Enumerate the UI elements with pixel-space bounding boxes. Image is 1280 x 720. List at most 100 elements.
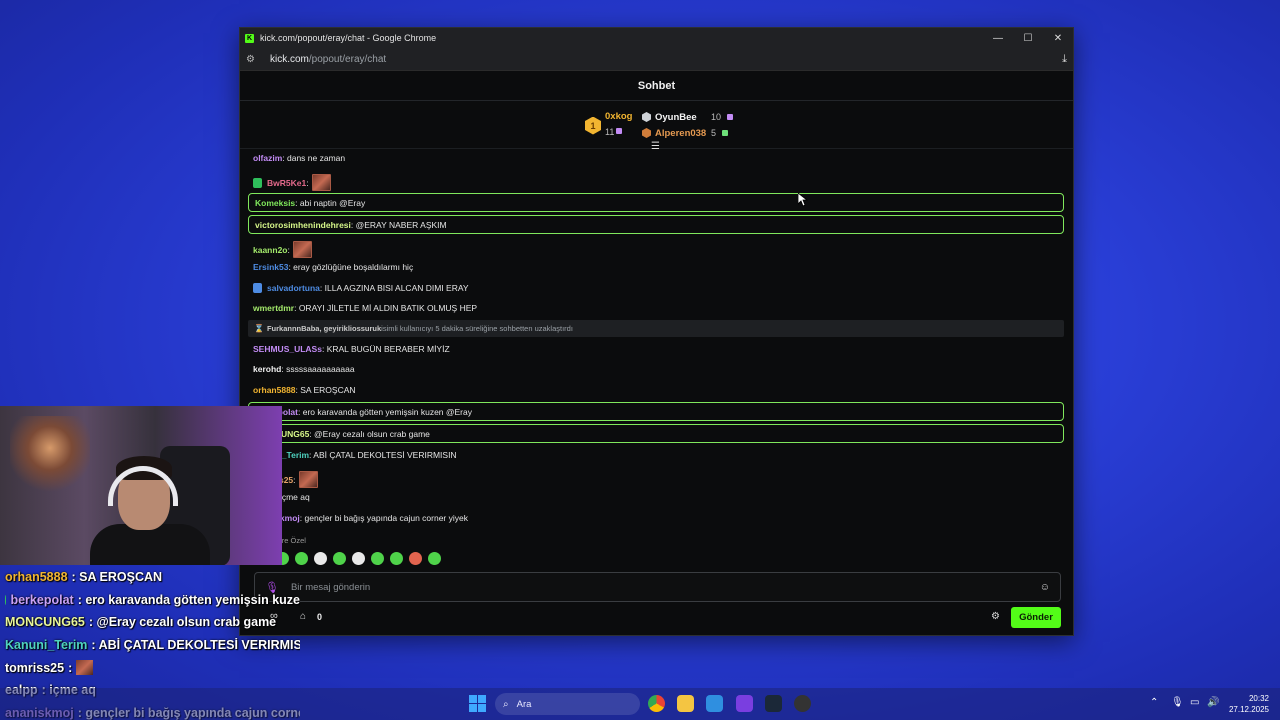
chat-message: MONCUNG65: @Eray cezalı olsun crab game — [248, 424, 1064, 443]
chat-username[interactable]: victorosimhenindehresi — [255, 220, 351, 230]
clock-date: 27.12.2025 — [1228, 705, 1269, 714]
chat-text: : — [306, 177, 309, 188]
overlay-username: tomriss25 — [5, 660, 65, 675]
expand-leaderboard-icon[interactable]: ☰ — [651, 141, 660, 152]
chat-message: wmertdmr: ORAYI JİLETLE Mİ ALDIN BATIK O… — [253, 303, 477, 313]
minimize-button[interactable]: — — [983, 28, 1013, 48]
taskbar-clock[interactable]: 20:32 27.12.2025 — [1224, 693, 1269, 715]
emote-picker-row — [276, 552, 441, 565]
webcam-person-body — [90, 524, 210, 565]
chat-message: salvadortuna: ILLA AGZINA BISI ALCAN DIM… — [253, 283, 469, 293]
chat-message: olfazim: dans ne zaman — [253, 153, 345, 163]
overlay-chat-line: orhan5888: SA EROŞCAN — [0, 566, 300, 589]
chat-username[interactable]: kerohd — [253, 364, 281, 374]
chat-text: : ABİ ÇATAL DEKOLTESİ VERIRMISIN — [309, 450, 457, 460]
leaderboard-second-count: 10 — [711, 112, 722, 122]
chat-messages[interactable]: olfazim: dans ne zaman BwR5Ke1: Komeksis: … — [240, 153, 1075, 563]
emote-5[interactable] — [352, 552, 365, 565]
overlay-username: berkepolat — [10, 592, 74, 607]
chat-message: Komeksis: abi naptin @Eray — [248, 193, 1064, 212]
site-settings-icon[interactable]: ⚙ — [246, 54, 258, 65]
maximize-button[interactable]: ☐ — [1013, 28, 1043, 48]
chat-actions: ∞ ⌂ 0 ⚙ Gönder — [240, 607, 1075, 629]
chat-text: : abi naptin @Eray — [295, 197, 366, 208]
volume-icon[interactable]: 🔊 — [1207, 697, 1219, 708]
chat-username[interactable]: SEHMUS_ULASs — [253, 344, 322, 354]
close-button[interactable]: ✕ — [1043, 28, 1073, 48]
webcam-background-shelf — [10, 416, 90, 496]
chat-username[interactable]: FurkannnBaba, geyirikliossuruk — [267, 324, 381, 333]
emote-9[interactable] — [428, 552, 441, 565]
url-path: /popout/eray/chat — [308, 53, 387, 65]
bronze-medal-icon — [642, 128, 651, 138]
emote-8[interactable] — [409, 552, 422, 565]
app-icon[interactable] — [736, 695, 753, 712]
chat-username[interactable]: Komeksis — [255, 198, 295, 208]
chrome-icon[interactable] — [648, 695, 665, 712]
subscriber-badge-icon — [253, 283, 262, 293]
title-bar: K kick.com/popout/eray/chat - Google Chr… — [240, 28, 1073, 48]
chrome-popout-window: K kick.com/popout/eray/chat - Google Chr… — [239, 27, 1074, 636]
settings-gear-icon[interactable]: ⚙ — [991, 611, 1000, 622]
emote-4[interactable] — [333, 552, 346, 565]
chat-message: Ersink53: eray gözlüğüne boşaldılarmı hi… — [253, 262, 413, 272]
chat-text: : — [293, 474, 296, 485]
chat-username[interactable]: wmertdmr — [253, 303, 294, 313]
silver-medal-icon — [642, 112, 651, 122]
photos-icon[interactable] — [706, 695, 723, 712]
chat-text: : dans ne zaman — [282, 153, 346, 163]
windows-start-icon[interactable] — [469, 695, 486, 712]
send-button[interactable]: Gönder — [1011, 607, 1061, 628]
gift-icon — [616, 127, 623, 134]
overlay-chat-line: tomriss25: — [0, 656, 300, 679]
leaderboard-first-name: 0xkog — [605, 111, 633, 122]
chat-text: : KRAL BUGÜN BERABER MİYİZ — [321, 344, 450, 354]
emote-image — [292, 241, 312, 258]
chat-username[interactable]: olfazim — [253, 153, 282, 163]
emote-7[interactable] — [390, 552, 403, 565]
clock-time: 20:32 — [1248, 694, 1269, 703]
tray-chevron-icon[interactable]: ⌃ — [1150, 697, 1158, 708]
overlay-text: : @Eray cezalı olsun crab game — [88, 615, 277, 630]
chat-username[interactable]: salvadortuna — [267, 283, 320, 293]
overlay-text: : ABİ ÇATAL DEKOLTESİ VERIRMISIN — [91, 638, 300, 653]
emote-3[interactable] — [314, 552, 327, 565]
microphone-tray-icon[interactable]: 🎙 — [1171, 697, 1184, 708]
store-count: 0 — [317, 612, 323, 622]
file-explorer-icon[interactable] — [677, 695, 694, 712]
chat-text: : — [287, 244, 290, 255]
chat-message: ananiskmoj: gençler bi bağış yapında caj… — [253, 513, 468, 523]
download-icon[interactable]: ⤓ — [1062, 53, 1067, 66]
chat-text: : gençler bi bağış yapında cajun corner … — [299, 513, 468, 523]
obs-icon[interactable] — [794, 695, 811, 712]
emoji-icon[interactable]: ☺ — [1040, 582, 1050, 593]
chat-username[interactable]: orhan5888 — [253, 385, 296, 395]
overlay-chat-line: berkepolat: ero karavanda götten yemişsi… — [0, 589, 300, 612]
network-icon[interactable]: ▭ — [1190, 697, 1199, 708]
emote-2[interactable] — [295, 552, 308, 565]
emote-6[interactable] — [371, 552, 384, 565]
leaderboard-first[interactable]: 1 0xkog 11 — [585, 111, 632, 140]
message-input[interactable] — [290, 581, 1040, 593]
overlay-chat-line: Kanuni_Terim: ABİ ÇATAL DEKOLTESİ VERIRM… — [0, 634, 300, 657]
taskbar-search[interactable]: ⌕ Ara — [495, 693, 640, 715]
steam-icon[interactable] — [765, 695, 782, 712]
chat-text: : ero karavanda götten yemişsin kuzen @E… — [298, 406, 472, 417]
chat-username[interactable]: BwR5Ke1 — [267, 178, 306, 188]
chat-username[interactable]: Ersink53 — [253, 262, 288, 272]
chat-text: : @Eray cezalı olsun crab game — [309, 428, 430, 439]
chat-header: Sohbet — [240, 71, 1073, 101]
leaderboard-second[interactable]: OyunBee 10 — [642, 109, 734, 125]
message-input-box[interactable]: 🎙 ☺ — [254, 572, 1061, 602]
windows-taskbar: ⌕ Ara ⌃ 🎙 ▭ 🔊 20:32 27.12.2025 — [0, 688, 1280, 720]
window-title: kick.com/popout/eray/chat - Google Chrom… — [260, 33, 437, 43]
taskbar-search-label: Ara — [516, 698, 532, 710]
store-icon[interactable]: ⌂ — [300, 611, 306, 622]
leaderboard-third-name: Alperen038 — [655, 127, 707, 139]
overlay-username: MONCUNG65 — [5, 615, 85, 630]
chat-message: victorosimhenindehresi: @ERAY NABER AŞKI… — [248, 215, 1064, 234]
overlay-text: : ero karavanda götten yemişsin kuze — [77, 592, 300, 607]
address-bar[interactable]: ⚙ kick.com/popout/eray/chat ⤓ — [240, 48, 1073, 71]
chat-username[interactable]: kaann2o — [253, 245, 288, 255]
leaderboard-third[interactable]: Alperen038 5 — [642, 125, 733, 141]
